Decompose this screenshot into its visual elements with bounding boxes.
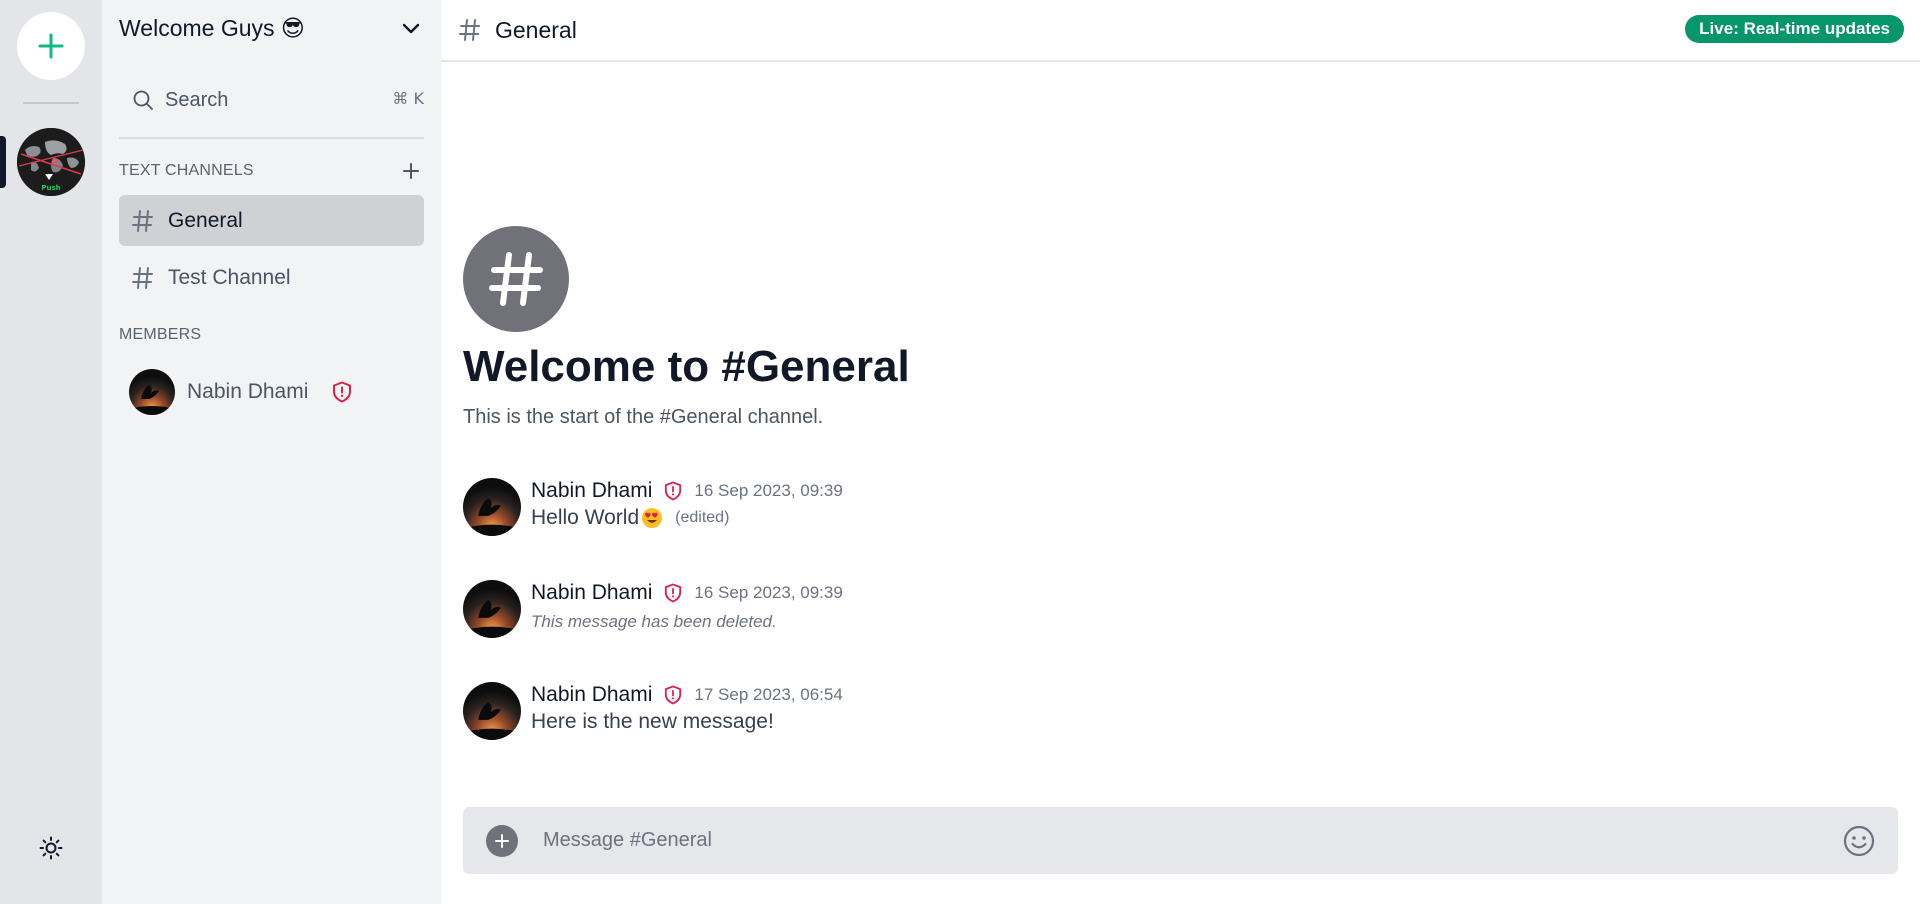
message-text: Hello World [531, 506, 640, 529]
text-channels-heading: TEXT CHANNELS [119, 162, 254, 179]
channel-header: General Live: Real-time updates [441, 0, 1920, 62]
hash-icon [132, 266, 153, 289]
message-item: Nabin Dhami 16 Sep 2023, 09:39 Hello Wor… [463, 478, 1863, 538]
server-name: Welcome Guys 😎 [119, 15, 305, 41]
avatar[interactable] [463, 478, 521, 536]
server-menu-button[interactable]: Welcome Guys 😎 [102, 0, 441, 57]
welcome-title: Welcome to #General [463, 342, 910, 391]
message-text: Here is the new message! [531, 710, 774, 733]
channel-sidebar: Welcome Guys 😎 Search ⌘ K TEXT CHANNELS … [102, 0, 441, 904]
message-author[interactable]: Nabin Dhami [531, 479, 652, 503]
theme-toggle-button[interactable] [36, 833, 66, 863]
emoji-picker-icon[interactable] [1842, 824, 1876, 858]
message-timestamp: 16 Sep 2023, 09:39 [694, 583, 843, 602]
welcome-subtitle: This is the start of the #General channe… [463, 406, 824, 428]
shield-alert-icon [665, 481, 682, 501]
shield-alert-icon [665, 583, 682, 603]
hash-icon [132, 209, 153, 232]
message-item: Nabin Dhami 16 Sep 2023, 09:39 This mess… [463, 580, 1863, 640]
message-author[interactable]: Nabin Dhami [531, 581, 652, 605]
avatar[interactable] [463, 580, 521, 638]
sidebar-divider [119, 137, 424, 139]
plus-icon [495, 834, 509, 848]
deleted-message-text: This message has been deleted. [531, 612, 777, 631]
search-label: Search [165, 88, 229, 111]
message-timestamp: 16 Sep 2023, 09:39 [694, 481, 843, 500]
hash-icon [489, 252, 543, 306]
message-item: Nabin Dhami 17 Sep 2023, 06:54 Here is t… [463, 682, 1863, 742]
channel-label: General [168, 208, 243, 232]
channel-label: Test Channel [168, 265, 291, 289]
active-server-indicator [0, 136, 6, 188]
heart-eyes-emoji [642, 508, 663, 528]
hash-icon [459, 19, 480, 41]
message-composer [463, 807, 1898, 874]
chat-area: General Live: Real-time updates Welcome … [441, 0, 1920, 904]
channel-general[interactable]: General [119, 195, 424, 246]
welcome-hash-icon [463, 226, 569, 332]
sun-icon [39, 836, 63, 860]
message-author[interactable]: Nabin Dhami [531, 683, 652, 707]
server-rail: Push [0, 0, 102, 904]
message-timestamp: 17 Sep 2023, 06:54 [694, 685, 843, 704]
globe-map-image: Push [17, 128, 85, 196]
live-status-badge: Live: Real-time updates [1685, 15, 1904, 43]
member-item-nabin-dhami[interactable]: Nabin Dhami [129, 369, 352, 415]
avatar [129, 369, 175, 415]
members-heading: MEMBERS [119, 326, 202, 343]
shield-alert-icon [665, 685, 682, 705]
server-image-text: Push [41, 184, 60, 192]
message-input[interactable] [533, 807, 1823, 874]
plus-icon [38, 33, 64, 59]
channel-test-channel[interactable]: Test Channel [119, 252, 424, 303]
attach-button[interactable] [486, 825, 518, 857]
edited-label: (edited) [675, 509, 730, 526]
server-icon-welcome-guys[interactable]: Push [17, 128, 85, 196]
add-channel-icon[interactable] [401, 161, 421, 181]
search-button[interactable]: Search ⌘ K [119, 80, 424, 120]
search-icon [133, 90, 153, 110]
page-title: General [495, 16, 577, 43]
avatar[interactable] [463, 682, 521, 740]
member-name: Nabin Dhami [187, 380, 309, 403]
add-server-button[interactable] [17, 12, 85, 80]
search-shortcut: ⌘ K [392, 89, 424, 108]
chevron-down-icon [402, 23, 420, 34]
shield-alert-icon [333, 381, 352, 403]
rail-divider [23, 102, 79, 104]
